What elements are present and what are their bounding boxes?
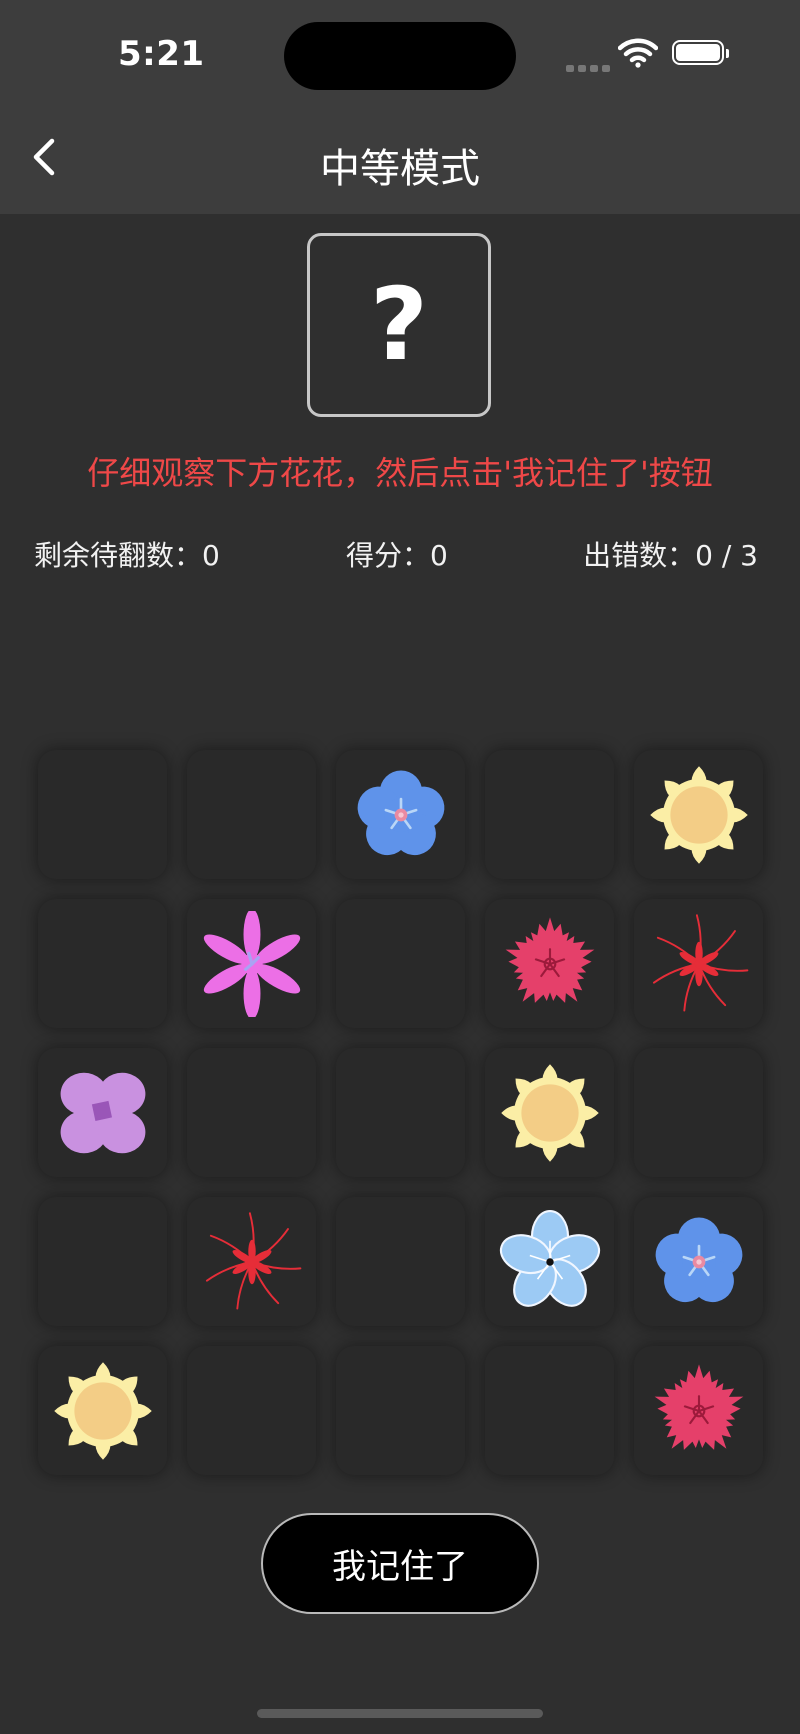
cellular-signal-icon xyxy=(566,57,614,76)
wifi-icon xyxy=(617,38,659,72)
home-indicator xyxy=(257,1709,543,1718)
purple-hydrangea-icon xyxy=(50,1060,156,1166)
grid-cell[interactable] xyxy=(336,1346,465,1475)
grid-cell[interactable] xyxy=(634,899,763,1028)
error-count: 出错数：0 / 3 xyxy=(583,539,758,572)
grid-cell[interactable] xyxy=(634,1346,763,1475)
question-mark: ? xyxy=(369,266,428,383)
grid-cell[interactable] xyxy=(485,1197,614,1326)
battery-icon xyxy=(672,40,729,65)
grid-cell[interactable] xyxy=(38,1197,167,1326)
flower-grid xyxy=(38,750,763,1475)
grid-cell[interactable] xyxy=(187,750,316,879)
score: 得分：0 xyxy=(346,539,448,572)
light-blue-flower-icon xyxy=(497,1209,603,1315)
remaining-count: 剩余待翻数：0 xyxy=(34,539,220,572)
status-bar: 5:21 xyxy=(0,0,800,100)
yellow-daisy-icon xyxy=(497,1060,603,1166)
forget-me-not-icon xyxy=(646,1209,752,1315)
grid-cell[interactable] xyxy=(38,1346,167,1475)
nav-bar: 中等模式 xyxy=(0,100,800,214)
grid-cell[interactable] xyxy=(634,1048,763,1177)
grid-cell[interactable] xyxy=(634,1197,763,1326)
status-time: 5:21 xyxy=(118,34,205,74)
red-spider-lily-icon xyxy=(646,911,752,1017)
grid-cell[interactable] xyxy=(187,1346,316,1475)
dynamic-island xyxy=(284,22,516,90)
pink-star-icon xyxy=(199,911,305,1017)
red-spider-lily-icon xyxy=(199,1209,305,1315)
yellow-daisy-icon xyxy=(646,762,752,868)
grid-cell[interactable] xyxy=(336,899,465,1028)
instruction-text: 仔细观察下方花花，然后点击'我记住了'按钮 xyxy=(87,454,713,492)
grid-cell[interactable] xyxy=(485,899,614,1028)
carnation-icon xyxy=(646,1358,752,1464)
grid-cell[interactable] xyxy=(634,750,763,879)
grid-cell[interactable] xyxy=(38,750,167,879)
grid-cell[interactable] xyxy=(336,750,465,879)
grid-cell[interactable] xyxy=(187,1197,316,1326)
grid-cell[interactable] xyxy=(187,1048,316,1177)
target-flower-card: ? xyxy=(307,233,491,417)
grid-cell[interactable] xyxy=(38,899,167,1028)
grid-cell[interactable] xyxy=(38,1048,167,1177)
remember-button[interactable]: 我记住了 xyxy=(261,1513,539,1614)
carnation-icon xyxy=(497,911,603,1017)
grid-cell[interactable] xyxy=(336,1197,465,1326)
grid-cell[interactable] xyxy=(336,1048,465,1177)
grid-cell[interactable] xyxy=(485,1346,614,1475)
page-title: 中等模式 xyxy=(320,146,480,192)
yellow-daisy-icon xyxy=(50,1358,156,1464)
grid-cell[interactable] xyxy=(485,750,614,879)
grid-cell[interactable] xyxy=(485,1048,614,1177)
forget-me-not-icon xyxy=(348,762,454,868)
grid-cell[interactable] xyxy=(187,899,316,1028)
